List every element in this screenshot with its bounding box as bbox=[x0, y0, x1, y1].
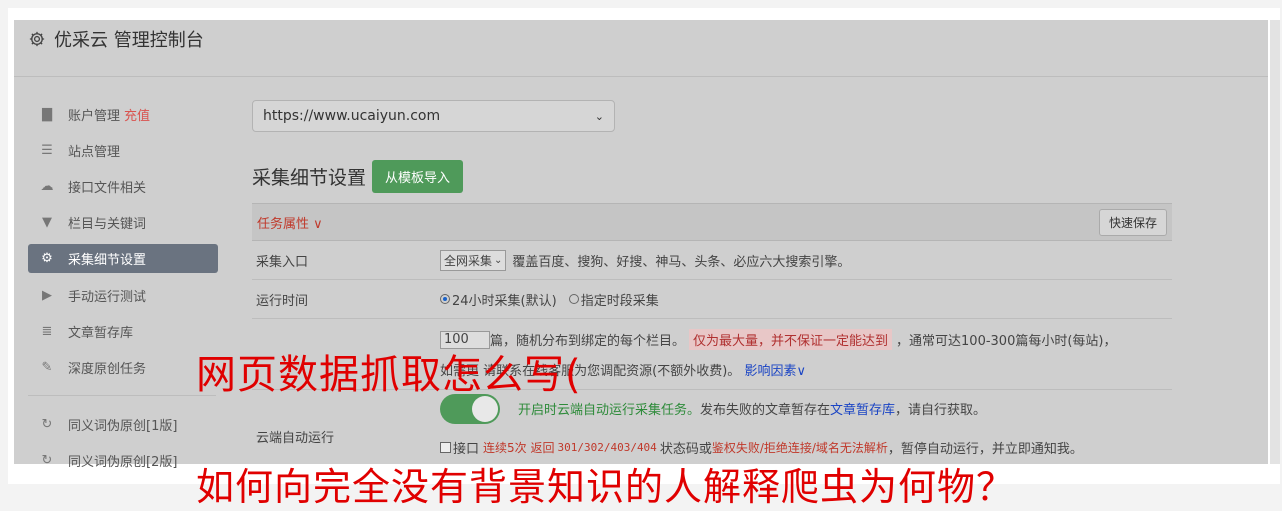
sidebar-item-label: 手动运行测试 bbox=[68, 289, 147, 305]
sidebar-item-label: 同义词伪原创[2版] bbox=[68, 454, 178, 470]
sidebar-item-account[interactable]: ▇ 账户管理 充值 bbox=[28, 96, 218, 132]
section-header: 采集细节设置 从模板导入 bbox=[252, 160, 1172, 193]
sidebar-item-label: 深度原创任务 bbox=[68, 361, 147, 377]
main-content: https://www.ucaiyun.com ⌄ 采集细节设置 从模板导入 任… bbox=[252, 100, 1172, 460]
bar-chart-icon: ▇ bbox=[42, 106, 52, 122]
brand: 优采云 管理控制台 bbox=[28, 26, 204, 52]
radio-24h-label: 24小时采集(默认) bbox=[452, 293, 557, 309]
gear-icon bbox=[29, 31, 45, 47]
iface-codes: 301/302/403/404 bbox=[557, 440, 657, 454]
recharge-link[interactable]: 充值 bbox=[124, 105, 150, 124]
play-circle-icon: ▶ bbox=[42, 287, 52, 303]
server-icon: ☰ bbox=[41, 142, 53, 158]
site-select[interactable]: https://www.ucaiyun.com ⌄ bbox=[252, 100, 615, 132]
database-icon: ≣ bbox=[41, 323, 53, 339]
sidebar-item-synonym-v1[interactable]: ↻ 同义词伪原创[1版] bbox=[28, 406, 218, 442]
refresh-icon: ↻ bbox=[41, 452, 53, 468]
radio-scheduled-label: 指定时段采集 bbox=[580, 293, 659, 309]
cloud-upload-icon: ☁ bbox=[40, 178, 54, 194]
sidebar-item-article-storage[interactable]: ≣ 文章暂存库 bbox=[28, 313, 218, 349]
sidebar-item-synonym-v2[interactable]: ↻ 同义词伪原创[2版] bbox=[28, 442, 218, 478]
row-cloud-auto: 云端自动运行 开启时云端自动运行采集任务。 发布失败的文章暂存在 文章暂存库 ，… bbox=[252, 390, 1172, 460]
row-label: 采集入口 bbox=[256, 254, 309, 270]
count-warning: 仅为最大量，并不保证一定能达到 bbox=[689, 329, 893, 350]
sidebar-item-label: 栏目与关键词 bbox=[68, 216, 147, 232]
sidebar-item-deep-original[interactable]: ✎ 深度原创任务 bbox=[28, 349, 218, 385]
edit-icon: ✎ bbox=[41, 359, 53, 375]
radio-scheduled[interactable] bbox=[568, 294, 579, 304]
task-attributes-bar: 任务属性 ∨ 快速保存 bbox=[252, 203, 1172, 241]
quick-save-button[interactable]: 快速保存 bbox=[1098, 208, 1167, 236]
sidebar-item-label: 站点管理 bbox=[68, 144, 121, 160]
sidebar-item-label: 接口文件相关 bbox=[68, 180, 147, 196]
row-label: 运行时间 bbox=[256, 293, 309, 309]
sidebar-item-label: 文章暂存库 bbox=[68, 325, 134, 341]
task-attributes-toggle[interactable]: 任务属性 ∨ bbox=[257, 213, 323, 232]
sidebar-item-label: 同义词伪原创[1版] bbox=[68, 418, 178, 434]
sidebar: ▇ 账户管理 充值 ☰ 站点管理 ☁ 接口文件相关 ▼ 栏目与关键词 ⚙ 采集细… bbox=[28, 96, 218, 478]
iface-red-2: 鉴权失败/拒绝连接/域名无法解析 bbox=[711, 440, 888, 455]
sidebar-item-columns-keywords[interactable]: ▼ 栏目与关键词 bbox=[28, 204, 218, 240]
sidebar-divider bbox=[28, 395, 216, 396]
row-label: 云端自动运行 bbox=[256, 430, 335, 446]
radio-24h[interactable] bbox=[440, 294, 450, 304]
cloud-desc-2: ，请自行获取。 bbox=[895, 403, 987, 418]
scrollbar[interactable] bbox=[1270, 20, 1280, 464]
site-select-value: https://www.ucaiyun.com bbox=[263, 108, 441, 124]
gears-icon: ⚙ bbox=[41, 251, 53, 266]
filter-icon: ▼ bbox=[42, 214, 52, 230]
section-title: 采集细节设置 bbox=[252, 167, 367, 189]
sidebar-item-collect-settings[interactable]: ⚙ 采集细节设置 bbox=[28, 244, 218, 273]
row-collect-entry: 采集入口 全网采集 ⌄ 覆盖百度、搜狗、好搜、神马、头条、必应六大搜索引擎。 bbox=[252, 241, 1172, 280]
sidebar-item-manual-test[interactable]: ▶ 手动运行测试 bbox=[28, 277, 218, 313]
entry-desc: 覆盖百度、搜狗、好搜、神马、头条、必应六大搜索引擎。 bbox=[512, 254, 851, 270]
app-title: 优采云 管理控制台 bbox=[54, 30, 204, 51]
sidebar-item-label: 账户管理 bbox=[68, 108, 121, 124]
influence-factors-link[interactable]: 影响因素∨ bbox=[744, 364, 806, 379]
iface-mid: 状态码或 bbox=[659, 441, 712, 457]
iface-end: ，暂停自动运行，并立即通知我。 bbox=[887, 441, 1083, 457]
article-storage-link[interactable]: 文章暂存库 bbox=[830, 399, 895, 418]
entry-select[interactable]: 全网采集 ⌄ bbox=[440, 249, 507, 271]
cloud-on-text: 开启时云端自动运行采集任务。 bbox=[518, 403, 701, 418]
iface-label: 接口 bbox=[453, 441, 480, 457]
sidebar-item-interface-files[interactable]: ☁ 接口文件相关 bbox=[28, 168, 218, 204]
count-desc-2: ，通常可达100-300篇每小时(每站)， bbox=[896, 334, 1117, 349]
interface-pause-checkbox[interactable] bbox=[440, 441, 451, 453]
chevron-down-icon: ⌄ bbox=[494, 254, 503, 266]
top-bar: 优采云 管理控制台 bbox=[14, 20, 1268, 77]
import-template-button[interactable]: 从模板导入 bbox=[372, 160, 464, 193]
row-run-time: 运行时间 24小时采集(默认) 指定时段采集 bbox=[252, 280, 1172, 319]
sidebar-item-sites[interactable]: ☰ 站点管理 bbox=[28, 132, 218, 168]
double-chevron-down-icon: ∨ bbox=[313, 216, 323, 232]
sidebar-item-label: 采集细节设置 bbox=[68, 253, 147, 268]
refresh-icon: ↻ bbox=[41, 416, 53, 432]
overlay-headline-1: 网页数据抓取怎么写( bbox=[196, 352, 582, 398]
cloud-desc: 发布失败的文章暂存在 bbox=[700, 403, 831, 418]
iface-red: 连续5次 返回 bbox=[483, 440, 555, 455]
chevron-down-icon: ⌄ bbox=[594, 109, 604, 123]
